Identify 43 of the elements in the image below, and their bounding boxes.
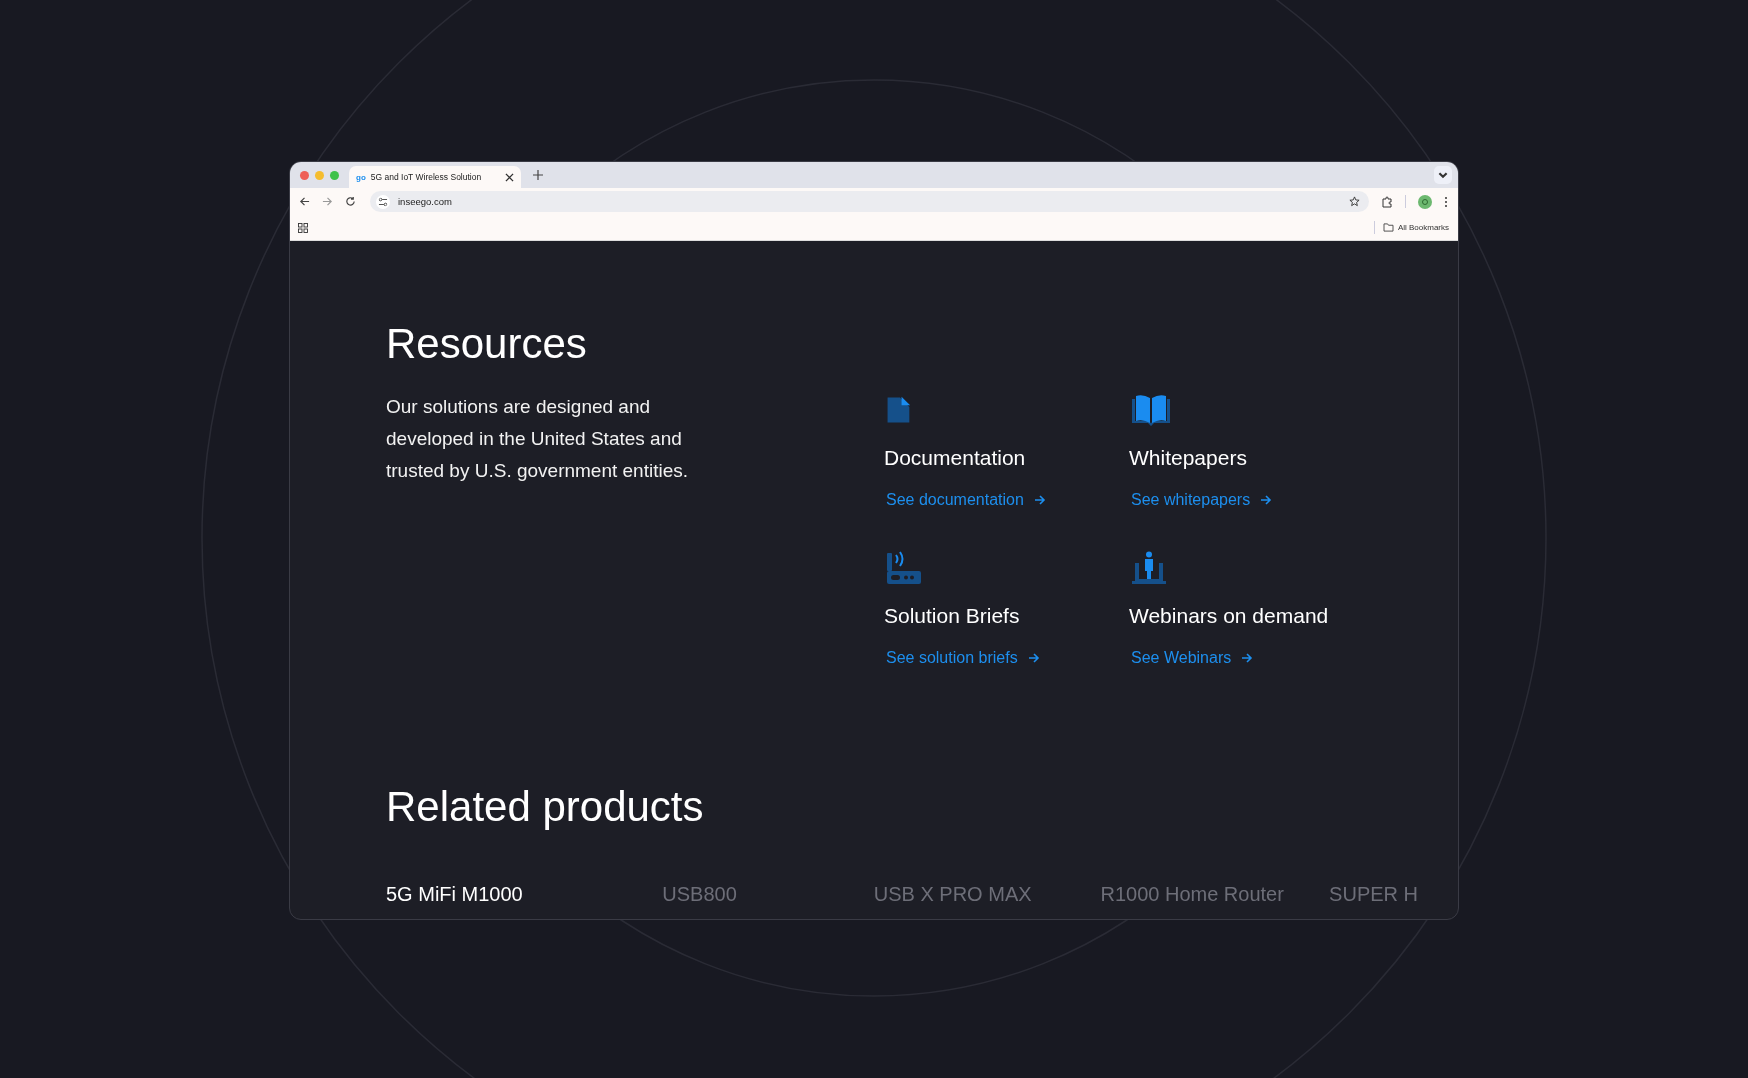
product-tab[interactable]: SUPER H xyxy=(1329,883,1418,906)
star-icon[interactable] xyxy=(1349,196,1360,207)
reload-icon[interactable] xyxy=(345,196,356,207)
resource-link[interactable]: See Webinars xyxy=(1131,649,1254,667)
tab-title: 5G and IoT Wireless Solution xyxy=(370,172,483,182)
arrow-right-icon xyxy=(1033,494,1046,506)
all-bookmarks-button[interactable]: All Bookmarks xyxy=(1382,223,1449,232)
resource-title: Webinars on demand xyxy=(1129,603,1329,629)
arrow-right-icon xyxy=(1027,652,1040,664)
presenter-icon xyxy=(1131,551,1167,585)
browser-tab[interactable]: go 5G and IoT Wireless Solution xyxy=(349,166,521,188)
arrow-right-icon xyxy=(1241,652,1254,664)
open-book-icon xyxy=(1131,393,1171,427)
resource-title: Whitepapers xyxy=(1129,445,1247,471)
section-heading: Related products xyxy=(386,782,705,832)
close-window-icon[interactable] xyxy=(300,170,309,180)
product-tab[interactable]: USB800 xyxy=(662,883,874,906)
site-settings-icon[interactable] xyxy=(376,194,390,209)
resource-title: Solution Briefs xyxy=(884,603,1020,629)
product-tab[interactable]: USB X PRO MAX xyxy=(873,883,1101,906)
chevron-down-icon[interactable] xyxy=(1434,166,1452,184)
apps-grid-icon[interactable] xyxy=(298,222,308,233)
new-tab-icon[interactable] xyxy=(533,170,543,180)
product-tab[interactable]: 5G MiFi M1000 xyxy=(386,883,663,906)
address-bar[interactable]: inseego.com xyxy=(370,191,1369,212)
puzzle-piece-icon[interactable] xyxy=(1381,195,1393,208)
forward-icon[interactable] xyxy=(322,196,333,207)
arrow-right-icon xyxy=(1260,494,1273,506)
close-icon[interactable] xyxy=(505,172,514,182)
url-text: inseego.com xyxy=(398,196,452,207)
section-description: Our solutions are designed and developed in the United States and trusted by U.S. government entities. xyxy=(386,395,690,483)
router-icon xyxy=(886,551,922,585)
resource-link[interactable]: See whitepapers xyxy=(1131,491,1273,509)
back-icon[interactable] xyxy=(299,196,310,207)
site-favicon: go xyxy=(356,172,366,182)
section-heading: Resources xyxy=(386,319,588,369)
resource-link[interactable]: See solution briefs xyxy=(886,649,1040,667)
resource-link[interactable]: See documentation xyxy=(886,491,1046,509)
folder-icon xyxy=(1382,223,1394,232)
more-options-icon[interactable] xyxy=(1444,195,1448,208)
resource-title: Documentation xyxy=(884,445,1026,471)
profile-avatar-icon[interactable] xyxy=(1418,194,1432,209)
product-tab[interactable]: R1000 Home Router xyxy=(1100,883,1330,906)
